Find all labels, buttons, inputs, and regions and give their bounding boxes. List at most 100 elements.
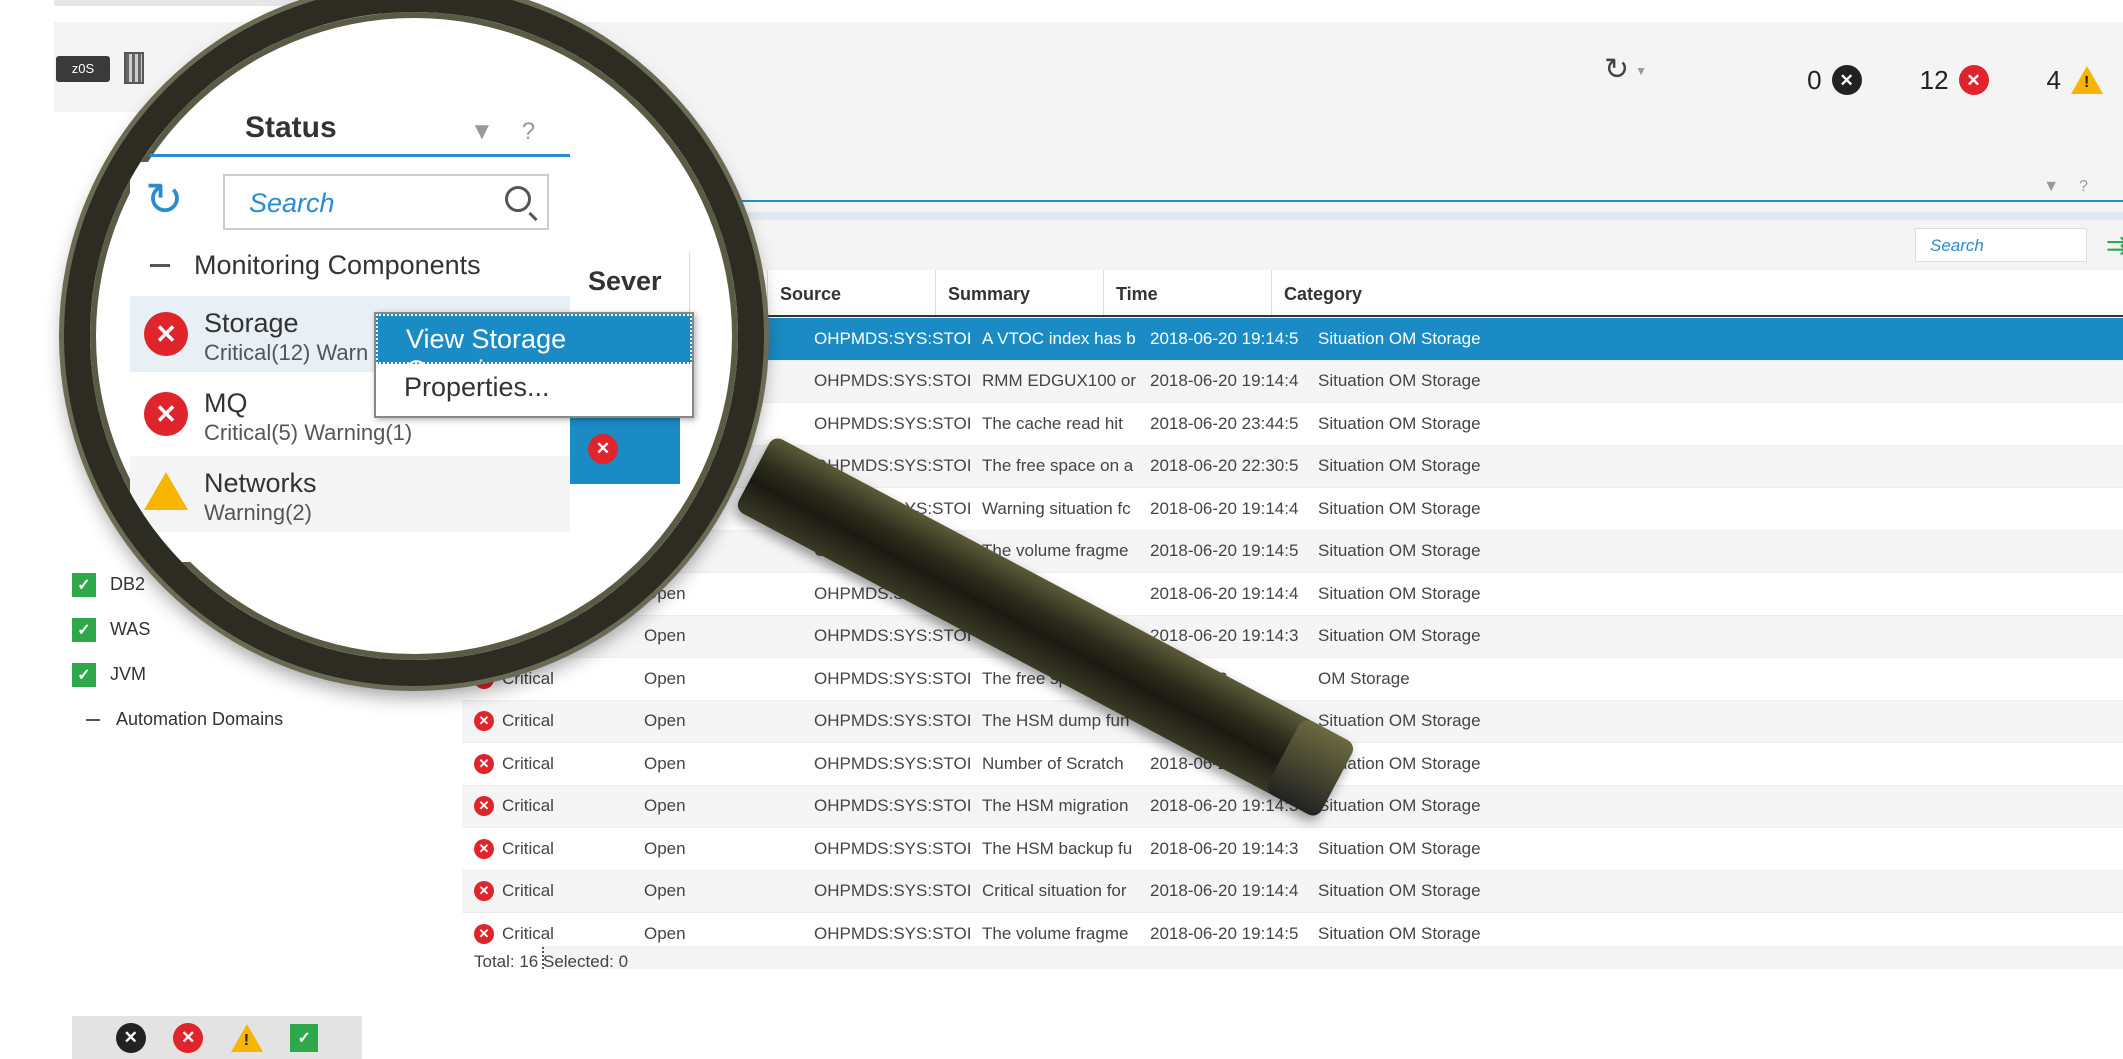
menu-item-view-storage-overview[interactable]: View Storage Overview (376, 314, 692, 385)
tree-item-label: JVM (110, 664, 146, 684)
summary-cell: Number of Scratch (970, 754, 1138, 774)
column-time[interactable]: Time (1104, 270, 1272, 315)
count-black[interactable]: 0 (1807, 65, 1821, 96)
divider (648, 200, 2123, 202)
menu-item-properties[interactable]: Properties... (376, 364, 692, 414)
source-cell-text: OHPMDS:SYS:STOI (814, 838, 970, 858)
component-status: Critical(5) Warning(1) (204, 420, 413, 445)
close-icon[interactable]: ✕ (1831, 65, 1862, 95)
time-cell-text: 2018-06-20 19:14:5 (1150, 328, 1299, 348)
critical-filter-button[interactable]: ✕ (570, 414, 680, 484)
column-summary[interactable]: Summary (936, 270, 1104, 315)
source-cell: OHPMDS:SYS:STOI (802, 669, 970, 689)
time-cell: 2018-06-20 19:14:4 (1138, 371, 1306, 391)
category-cell-text: Situation OM Storage (1318, 796, 1481, 816)
summary-cell: A VTOC index has b (970, 329, 1138, 349)
time-cell: 2018-06-20 19:14:3 (1138, 839, 1306, 859)
severity-cell-text: Critical (502, 711, 554, 731)
magnifier-lens: Status ▼? ↻ Search Monitoring Components… (64, 0, 764, 686)
table-row[interactable]: ✕ Critical Open OHPMDS:SYS:STOI The HSM back… (462, 828, 2123, 871)
table-header: Sever Source Summary Time Category (648, 270, 2123, 317)
search-input[interactable]: Search (223, 174, 549, 230)
category-cell: Situation OM Storage (1306, 626, 1506, 646)
time-cell-text: 2018-06-20 19:14:3 (1150, 796, 1299, 816)
summary-cell-text: The cache read hit (982, 413, 1123, 433)
column-category[interactable]: Category (1272, 270, 2123, 315)
category-cell: Situation OM Storage (1306, 711, 1506, 731)
source-cell-text: OHPMDS:SYS:STOI (814, 753, 970, 773)
column-source[interactable]: Source (768, 270, 936, 315)
category-cell: Situation OM Storage (1306, 456, 1506, 476)
status-cell-text: Open (644, 711, 686, 731)
summary-cell-text: The volume fragme (982, 923, 1129, 943)
summary-cell-text: The HSM backup fu (982, 838, 1133, 858)
zoom-column-severity[interactable]: Sever (570, 252, 690, 312)
time-cell: 2018-06-20 19:14:5 (1138, 541, 1306, 561)
count-critical[interactable]: 12 (1920, 65, 1949, 96)
close-icon[interactable]: ✕ (115, 1022, 146, 1053)
section-label: Monitoring Components (194, 250, 481, 280)
source-cell-text: OHPMDS:SYS:STOI (814, 881, 970, 901)
summary-cell-text: RMM EDGUX100 or (982, 371, 1136, 391)
export-icon[interactable]: ⇉ (2106, 230, 2123, 261)
table-row[interactable]: ✕ Critical Open OHPMDS:SYS:STOI The volume f… (462, 913, 2123, 946)
source-cell-text: OHPMDS:SYS:STOI (814, 626, 970, 646)
time-cell-text: 2018-06-20 19:14:3 (1150, 626, 1299, 646)
source-cell: OHPMDS:SYS:STOI (802, 626, 970, 646)
table-row[interactable]: ✕CriticalOpenOHPMDS:SYS:STOIThe free spa… (462, 658, 2123, 701)
table-footer: Total: 16 Selected: 0 (474, 952, 629, 971)
status-cell: Open (632, 796, 802, 816)
status-cell: Open (632, 669, 802, 689)
count-warning[interactable]: 4 (2047, 65, 2061, 96)
component-status: Warning(2) (204, 500, 312, 525)
summary-cell-text: The HSM migration (982, 796, 1129, 816)
category-cell-text: Situation OM Storage (1318, 838, 1481, 858)
severity-cell: ✕ Critical (462, 753, 632, 774)
warning-icon[interactable]: ! (2071, 66, 2103, 94)
severity-cell: ✕ Critical (462, 838, 632, 859)
source-cell-text: OHPMDS:SYS:STOI (814, 668, 970, 688)
severity-cell: ✕ Critical (462, 711, 632, 732)
collapse-icon (150, 264, 170, 267)
summary-cell: The HSM backup fu (970, 839, 1138, 859)
source-cell-text: OHPMDS:SYS:STOI (814, 413, 970, 433)
source-cell: OHPMDS:SYS:STOI (802, 414, 970, 434)
status-cell: Open (632, 924, 802, 944)
category-cell-text: Situation OM Storage (1318, 456, 1481, 476)
component-status: Critical(12) Warn (204, 340, 369, 365)
table-row[interactable]: ✕ Critical Open OHPMDS:SYS:STOI Critical sit… (462, 870, 2123, 913)
category-cell: Situation OM Storage (1306, 584, 1506, 604)
component-networks[interactable]: Networks Warning(2) (130, 456, 570, 532)
category-cell-text: Situation OM Storage (1318, 626, 1481, 646)
critical-icon[interactable]: ✕ (1958, 65, 1989, 95)
refresh-icon[interactable]: ↻ (145, 172, 184, 226)
category-cell: Situation OM Storage (1306, 414, 1506, 434)
time-cell: 2018-06-20 19:14:4 (1138, 584, 1306, 604)
zoom-panel-tools[interactable]: ▼? (470, 118, 563, 146)
panel-tools[interactable]: ▼? (2043, 178, 2108, 196)
status-cell-text: Open (644, 881, 686, 901)
check-icon[interactable]: ✓ (290, 1023, 319, 1052)
summary-cell-text: Critical situation for (982, 881, 1127, 901)
severity-cell: ✕ Critical (462, 923, 632, 944)
time-cell: 2018-06-20 22:30:5 (1138, 456, 1306, 476)
search-icon[interactable] (505, 186, 531, 212)
critical-icon: ✕ (144, 392, 188, 436)
status-cell-text: Open (644, 838, 686, 858)
critical-icon[interactable]: ✕ (173, 1022, 204, 1053)
context-menu: View Storage Overview Properties... (374, 312, 694, 418)
time-cell: 2018-06-20 19:14:5 (1138, 924, 1306, 944)
time-cell-text: 2018-06-20 22:30:5 (1150, 456, 1299, 476)
warning-icon[interactable]: ! (230, 1023, 263, 1052)
source-cell: OHPMDS:SYS:STOI (802, 839, 970, 859)
time-cell-text: 2018-06-20 19:14:4 (1150, 371, 1299, 391)
component-name: Storage (204, 308, 299, 338)
grid-search-input[interactable]: Search (1915, 228, 2087, 262)
summary-cell: The free space on a (970, 456, 1138, 476)
tree-section-automation[interactable]: Automation Domains (72, 697, 362, 742)
status-counts: 0 ✕ 12 ✕ 4 ! (1759, 60, 2103, 100)
refresh-menu-button[interactable]: ↻ ▼ (1604, 52, 1647, 87)
severity-cell: ✕ Critical (462, 881, 632, 902)
section-monitoring-components[interactable]: Monitoring Components (150, 250, 481, 281)
category-cell-text: Situation OM Storage (1318, 881, 1481, 901)
